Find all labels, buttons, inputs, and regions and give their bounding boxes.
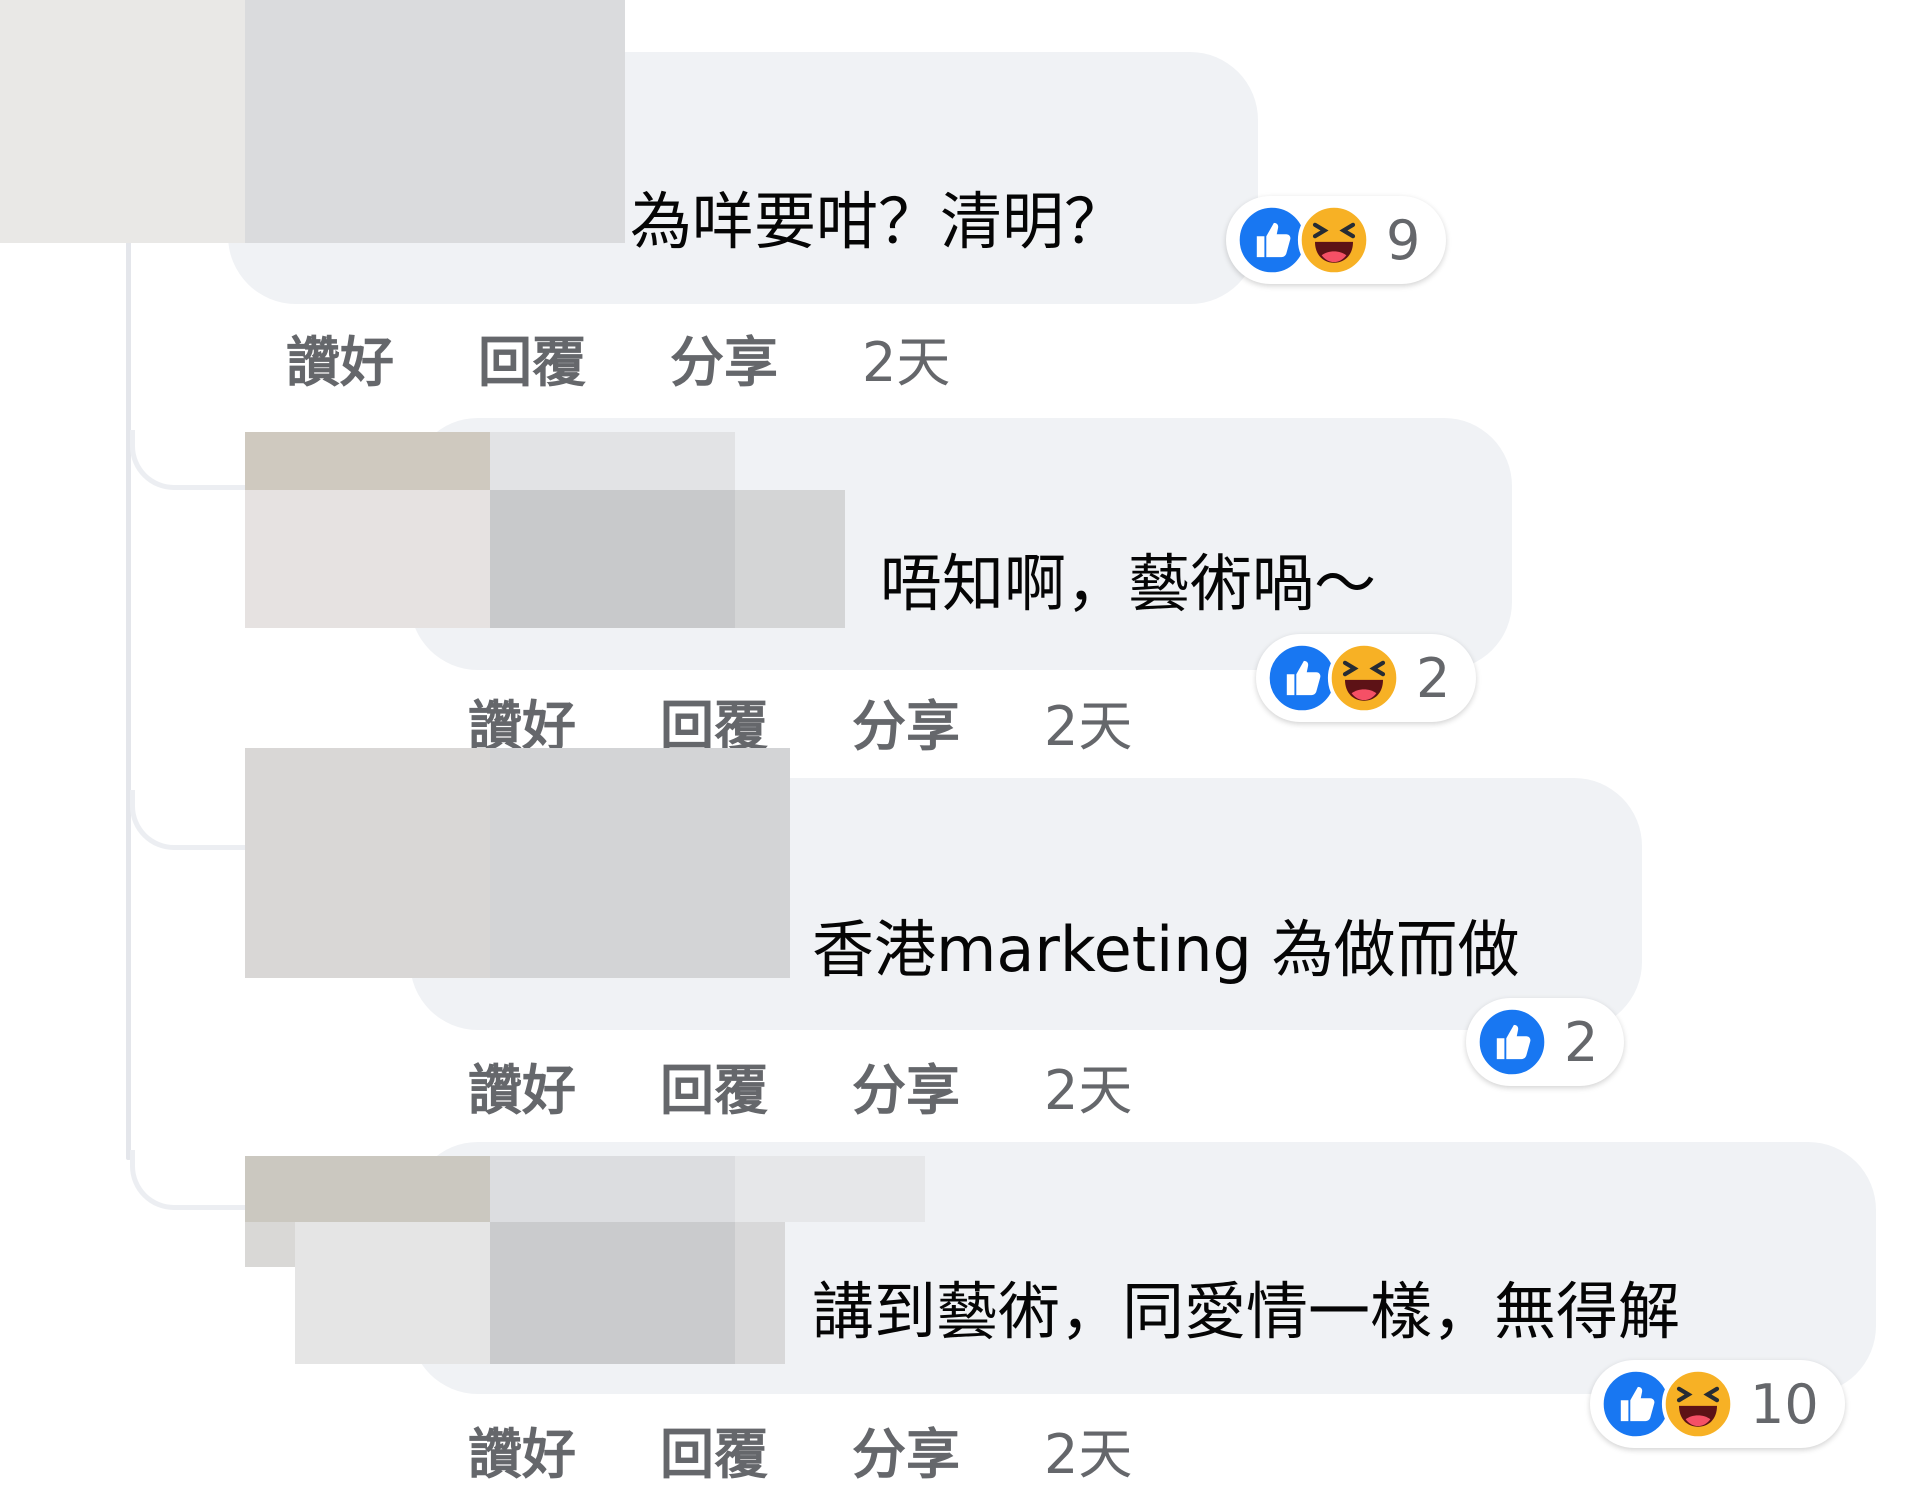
reply-link[interactable]: 回覆 xyxy=(660,1046,768,1125)
redacted-avatar xyxy=(245,1156,490,1222)
redacted-commenter-name xyxy=(735,490,845,628)
redacted-avatar xyxy=(245,1222,295,1267)
reply-link[interactable]: 回覆 xyxy=(478,318,586,397)
reaction-summary[interactable]: 9 xyxy=(1226,196,1447,284)
comment-text: 香港marketing 為做而做 xyxy=(812,913,1520,986)
reaction-count: 10 xyxy=(1750,1372,1819,1436)
redacted-area xyxy=(0,0,245,243)
redacted-avatar xyxy=(245,490,490,628)
thread-elbow xyxy=(130,430,245,490)
comment-actions: 讚好 回覆 分享 2天 xyxy=(468,1410,1132,1489)
share-link[interactable]: 分享 xyxy=(852,1046,960,1125)
haha-icon xyxy=(1661,1367,1735,1441)
redacted-commenter-name xyxy=(490,1222,735,1364)
timestamp[interactable]: 2天 xyxy=(1044,682,1132,761)
redacted-avatar xyxy=(245,432,490,490)
redacted-commenter-name xyxy=(490,490,735,628)
share-link[interactable]: 分享 xyxy=(670,318,778,397)
thread-elbow xyxy=(130,790,245,850)
redacted-commenter-name xyxy=(490,432,735,490)
comment-text: 唔知啊，藝術喎～ xyxy=(880,547,1377,620)
redacted-commenter-name xyxy=(735,1156,925,1222)
comment-actions: 讚好 回覆 分享 2天 xyxy=(468,1046,1132,1125)
reaction-summary[interactable]: 10 xyxy=(1590,1360,1845,1448)
reaction-summary[interactable]: 2 xyxy=(1466,998,1625,1086)
share-link[interactable]: 分享 xyxy=(852,1410,960,1489)
like-icon xyxy=(1475,1005,1549,1079)
redacted-commenter-name xyxy=(490,748,790,978)
reaction-count: 2 xyxy=(1416,646,1451,710)
comment-actions: 讚好 回覆 分享 2天 xyxy=(286,318,950,397)
like-link[interactable]: 讚好 xyxy=(468,1046,576,1125)
thread-elbow xyxy=(130,1150,245,1210)
haha-icon xyxy=(1297,203,1371,277)
share-link[interactable]: 分享 xyxy=(852,682,960,761)
reaction-summary[interactable]: 2 xyxy=(1256,634,1477,722)
like-link[interactable]: 讚好 xyxy=(468,1410,576,1489)
haha-icon xyxy=(1327,641,1401,715)
like-link[interactable]: 讚好 xyxy=(286,318,394,397)
redacted-commenter-name xyxy=(245,0,625,243)
timestamp[interactable]: 2天 xyxy=(862,318,950,397)
redacted-avatar xyxy=(245,748,490,978)
reply-link[interactable]: 回覆 xyxy=(660,1410,768,1489)
timestamp[interactable]: 2天 xyxy=(1044,1410,1132,1489)
redacted-commenter-name xyxy=(490,1156,735,1222)
thread-line xyxy=(126,240,131,1160)
comment-text: 為咩要咁？清明？ xyxy=(630,185,1127,258)
redacted-avatar xyxy=(295,1222,490,1364)
reaction-count: 2 xyxy=(1564,1010,1599,1074)
redacted-commenter-name xyxy=(735,1222,785,1364)
comment-text: 講到藝術，同愛情一樣，無得解 xyxy=(812,1275,1681,1348)
reaction-count: 9 xyxy=(1386,208,1421,272)
timestamp[interactable]: 2天 xyxy=(1044,1046,1132,1125)
